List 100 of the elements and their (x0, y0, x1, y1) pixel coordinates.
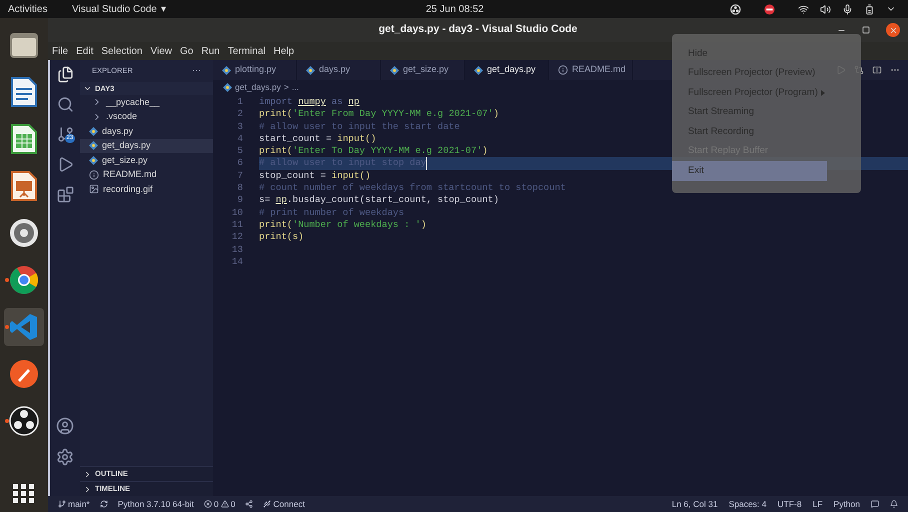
code-line: print('Enter To Day YYYY-MM e.g 2021-07') (259, 145, 488, 158)
plug-icon (263, 500, 272, 508)
code-line: print('Number of weekdays : ') (259, 218, 426, 232)
line-number: 13 (230, 244, 243, 256)
menu-item[interactable]: Run (201, 44, 220, 58)
python-file-icon (474, 66, 483, 74)
python-file-icon (306, 66, 315, 74)
app-menu[interactable]: Visual Studio Code ▾ (72, 2, 166, 16)
feedback-icon[interactable] (871, 500, 879, 508)
file-tree-item[interactable]: days.py (80, 124, 213, 138)
code-line: stop_count = input() (259, 170, 371, 182)
browser-app-icon[interactable] (9, 265, 39, 295)
spreadsheet-app-icon[interactable] (11, 124, 37, 154)
warning-icon (220, 500, 229, 508)
python-file-icon (89, 126, 98, 136)
python-file-icon (89, 141, 98, 150)
python-file-icon (390, 66, 399, 74)
code-editor-app-icon[interactable] (9, 312, 39, 342)
close-button[interactable] (886, 23, 900, 37)
menu-item[interactable]: Go (180, 44, 194, 58)
connect-status[interactable]: Connect (263, 498, 305, 510)
gear-app-icon[interactable] (9, 218, 39, 248)
file-tree-item[interactable]: .vscode (80, 110, 213, 124)
editor-tab[interactable]: plotting.py (213, 60, 297, 80)
breadcrumb-item[interactable]: get_days.py (235, 80, 281, 94)
line-number: 4 (236, 132, 243, 146)
explorer-icon[interactable] (56, 66, 74, 83)
live-share-icon[interactable] (245, 500, 254, 508)
app-grid-icon[interactable] (13, 484, 35, 504)
code-line: import numpy as np (259, 96, 360, 108)
folder-app-icon[interactable] (9, 30, 39, 60)
file-tree-item[interactable]: get_days.py (80, 138, 213, 153)
wifi-icon[interactable] (798, 4, 809, 14)
editor-tab[interactable]: days.py (297, 60, 381, 80)
more-actions-button[interactable]: ··· (192, 64, 201, 78)
activities-button[interactable]: Activities (8, 2, 72, 16)
battery-icon[interactable] (864, 4, 875, 14)
line-number: 2 (236, 108, 243, 121)
sync-icon[interactable] (100, 500, 108, 508)
window-title: get_days.py - day3 - Visual Studio Code (378, 22, 578, 38)
breadcrumb-item[interactable]: > (284, 80, 289, 94)
search-icon[interactable] (56, 96, 74, 113)
editor-tab[interactable]: get_days.py (465, 60, 549, 80)
line-number: 7 (236, 170, 243, 182)
line-number: 5 (236, 145, 243, 158)
breadcrumb-item[interactable]: ... (292, 80, 299, 94)
volume-icon[interactable] (820, 4, 831, 14)
code-line: # allow user to input the start date (259, 120, 460, 133)
document-app-icon[interactable] (11, 77, 37, 107)
recorder-tray-icon[interactable] (730, 4, 741, 14)
menu-item[interactable]: Terminal (228, 44, 266, 58)
line-number: 3 (236, 120, 243, 133)
file-tree-item[interactable]: recording.gif (80, 182, 213, 196)
text-cursor (426, 157, 428, 170)
notification-icon[interactable] (890, 500, 898, 508)
error-icon (204, 500, 212, 508)
recorder-app-icon[interactable] (9, 406, 39, 436)
code-line: print('Enter From Day YYYY-MM e.g 2021-07') (259, 108, 499, 121)
code-line: print(s) (259, 231, 304, 244)
interpreter-status[interactable]: Python 3.7.10 64-bit (118, 498, 194, 510)
info-icon (558, 65, 568, 75)
menu-item[interactable]: Help (274, 44, 294, 58)
running-indicator (5, 325, 9, 329)
split-editor-icon[interactable] (872, 65, 882, 75)
code-line: # print number of weekdays (259, 206, 404, 219)
editor-tab[interactable]: README.md (549, 60, 633, 80)
source-control-icon[interactable] (56, 126, 74, 143)
microphone-icon[interactable] (842, 4, 853, 14)
python-file-icon (89, 156, 98, 165)
do-not-disturb-icon[interactable] (764, 4, 775, 14)
running-indicator (5, 278, 9, 282)
status-item[interactable]: Ln 6, Col 31 (672, 498, 718, 510)
menu-item[interactable]: Selection (101, 44, 142, 58)
branch-status[interactable]: main* (58, 498, 90, 510)
clock[interactable]: 25 Jun 08:52 (426, 2, 484, 16)
menu-item[interactable]: File (52, 44, 68, 58)
code-line: s= np.busday_count(start_count, stop_count) (259, 194, 499, 207)
menu-item[interactable]: View (150, 44, 172, 58)
submenu-arrow-icon (821, 90, 825, 96)
extensions-icon[interactable] (56, 186, 74, 203)
status-item[interactable]: Python (834, 498, 860, 510)
settings-icon[interactable] (56, 448, 74, 466)
problems-status[interactable]: 0 0 (204, 498, 236, 510)
status-item[interactable]: LF (812, 498, 823, 510)
account-icon[interactable] (56, 417, 74, 435)
running-indicator (5, 419, 9, 423)
code-line: start_count = input() (259, 132, 376, 146)
line-number: 9 (236, 194, 243, 207)
code-line: # count number of weekdays from startcount to stopcount (259, 182, 566, 194)
file-tree-item[interactable]: __pycache__ (80, 95, 213, 110)
menu-item[interactable]: Edit (76, 44, 94, 58)
maximize-icon[interactable] (862, 26, 870, 34)
file-tree-item[interactable]: README.md (80, 168, 213, 182)
file-tree-item[interactable]: get_size.py (80, 153, 213, 168)
presentation-app-icon[interactable] (11, 171, 37, 201)
status-item[interactable]: Spaces: 4 (728, 498, 767, 510)
line-number: 8 (236, 182, 243, 194)
status-item[interactable]: UTF-8 (778, 498, 802, 510)
line-number: 11 (230, 218, 243, 232)
chevron-down-icon (83, 84, 92, 93)
